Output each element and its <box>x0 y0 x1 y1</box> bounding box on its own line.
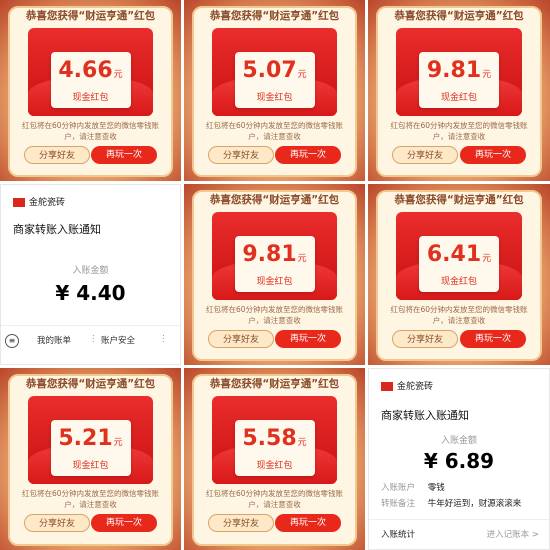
red-envelope: 5.07元 现金红包 <box>212 28 337 116</box>
packet-title: 恭喜您获得“财运亨通”红包 <box>394 10 524 22</box>
packet-note: 红包将在60分钟内发放至您的微信零钱账户，请注意查收 <box>390 305 528 325</box>
footer-bar: ≡ 我的账单 ⋮ 账户安全 ⋮ <box>1 325 180 356</box>
red-envelope: 9.81元 现金红包 <box>396 28 522 116</box>
play-again-button[interactable]: 再玩一次 <box>275 330 341 348</box>
play-again-button[interactable]: 再玩一次 <box>275 514 341 532</box>
transfer-notice-tile-1: 金舵瓷砖 商家转账入账通知 入账金额 ¥ 4.40 ≡ 我的账单 ⋮ 账户安全 … <box>0 184 181 365</box>
share-button[interactable]: 分享好友 <box>24 146 90 164</box>
amount-card: 6.41元 现金红包 <box>419 236 499 292</box>
packet-title: 恭喜您获得“财运亨通”红包 <box>394 194 524 206</box>
amount-card: 4.66元 现金红包 <box>50 52 131 108</box>
transfer-notice-tile-2: 金舵瓷砖 商家转账入账通知 入账金额 ¥ 6.89 入账账户 零钱 转账备注 牛… <box>368 368 550 550</box>
packet-amount: 5.07元 <box>242 58 307 83</box>
share-button[interactable]: 分享好友 <box>392 330 458 348</box>
stats-row[interactable]: 入账统计 进入记账本 > <box>369 519 549 544</box>
play-again-button[interactable]: 再玩一次 <box>275 146 341 164</box>
packet-title: 恭喜您获得“财运亨通”红包 <box>209 378 340 390</box>
packet-amount: 6.41元 <box>426 242 492 267</box>
packet-note: 红包将在60分钟内发放至您的微信零钱账户，请注意查收 <box>21 121 160 141</box>
share-button[interactable]: 分享好友 <box>208 514 274 532</box>
packet-note: 红包将在60分钟内发放至您的微信零钱账户，请注意查收 <box>205 121 344 141</box>
amount-card: 5.21元 现金红包 <box>50 420 131 476</box>
red-packet-tile-4: 恭喜您获得“财运亨通”红包 9.81元 现金红包 红包将在60分钟内发放至您的微… <box>184 184 365 365</box>
red-envelope: 4.66元 现金红包 <box>28 28 153 116</box>
play-again-button[interactable]: 再玩一次 <box>91 514 157 532</box>
red-envelope: 9.81元 现金红包 <box>212 212 337 300</box>
merchant-name: 金舵瓷砖 <box>381 379 433 392</box>
detail-row-remark: 转账备注 牛年好运到，财源滚滚来 <box>381 497 521 509</box>
packet-note: 红包将在60分钟内发放至您的微信零钱账户，请注意查收 <box>205 305 344 325</box>
ledger-link[interactable]: 进入记账本 > <box>487 528 539 540</box>
packet-title: 恭喜您获得“财运亨通”红包 <box>25 10 156 22</box>
packet-amount: 9.81元 <box>242 242 307 267</box>
red-packet-tile-1: 恭喜您获得“财运亨通”红包 4.66元 现金红包 红包将在60分钟内发放至您的微… <box>0 0 181 181</box>
packet-note: 红包将在60分钟内发放至您的微信零钱账户，请注意查收 <box>390 121 528 141</box>
packet-note: 红包将在60分钟内发放至您的微信零钱账户，请注意查收 <box>205 489 344 509</box>
amount-card: 5.58元 现金红包 <box>234 420 315 476</box>
red-packet-tile-6: 恭喜您获得“财运亨通”红包 5.21元 现金红包 红包将在60分钟内发放至您的微… <box>0 368 181 550</box>
red-envelope: 5.21元 现金红包 <box>28 396 153 484</box>
footer-link-security[interactable]: 账户安全 <box>101 334 135 346</box>
menu-icon[interactable]: ≡ <box>5 334 19 348</box>
red-packet-tile-5: 恭喜您获得“财运亨通”红包 6.41元 现金红包 红包将在60分钟内发放至您的微… <box>368 184 550 365</box>
packet-amount: 5.58元 <box>242 426 307 451</box>
packet-title: 恭喜您获得“财运亨通”红包 <box>209 194 340 206</box>
red-envelope: 6.41元 现金红包 <box>396 212 522 300</box>
share-button[interactable]: 分享好友 <box>208 330 274 348</box>
row-label: 转账备注 <box>381 499 416 509</box>
packet-title: 恭喜您获得“财运亨通”红包 <box>209 10 340 22</box>
card-label: 现金红包 <box>440 93 477 103</box>
amount-label: 入账金额 <box>72 266 109 276</box>
play-again-button[interactable]: 再玩一次 <box>460 146 526 164</box>
amount-card: 9.81元 现金红包 <box>419 52 499 108</box>
card-label: 现金红包 <box>440 277 477 287</box>
share-button[interactable]: 分享好友 <box>24 514 90 532</box>
card-label: 现金红包 <box>256 93 293 103</box>
detail-row-account: 入账账户 零钱 <box>381 481 445 493</box>
merchant-logo-icon <box>381 382 393 391</box>
red-packet-tile-2: 恭喜您获得“财运亨通”红包 5.07元 现金红包 红包将在60分钟内发放至您的微… <box>184 0 365 181</box>
amount-value: ¥ 6.89 <box>423 449 495 473</box>
amount-card: 9.81元 现金红包 <box>234 236 315 292</box>
share-button[interactable]: 分享好友 <box>208 146 274 164</box>
merchant-logo-icon <box>13 198 25 207</box>
amount-card: 5.07元 现金红包 <box>234 52 315 108</box>
packet-amount: 9.81元 <box>426 58 492 83</box>
row-value: 牛年好运到，财源滚滚来 <box>427 499 522 509</box>
merchant-name: 金舵瓷砖 <box>13 195 65 208</box>
notice-title: 商家转账入账通知 <box>381 409 469 422</box>
packet-note: 红包将在60分钟内发放至您的微信零钱账户，请注意查收 <box>21 489 160 509</box>
card-label: 现金红包 <box>256 277 293 287</box>
row-value: 零钱 <box>427 483 445 493</box>
play-again-button[interactable]: 再玩一次 <box>91 146 157 164</box>
stats-label: 入账统计 <box>381 530 416 540</box>
card-label: 现金红包 <box>72 461 109 471</box>
footer-divider: ⋮ <box>159 334 168 344</box>
play-again-button[interactable]: 再玩一次 <box>460 330 526 348</box>
packet-title: 恭喜您获得“财运亨通”红包 <box>25 378 156 390</box>
red-packet-tile-7: 恭喜您获得“财运亨通”红包 5.58元 现金红包 红包将在60分钟内发放至您的微… <box>184 368 365 550</box>
card-label: 现金红包 <box>256 461 293 471</box>
footer-link-bills[interactable]: 我的账单 <box>37 334 71 346</box>
red-packet-tile-3: 恭喜您获得“财运亨通”红包 9.81元 现金红包 红包将在60分钟内发放至您的微… <box>368 0 550 181</box>
amount-value: ¥ 4.40 <box>55 281 126 305</box>
packet-amount: 4.66元 <box>58 58 123 83</box>
card-label: 现金红包 <box>72 93 109 103</box>
red-envelope: 5.58元 现金红包 <box>212 396 337 484</box>
notice-title: 商家转账入账通知 <box>13 223 101 236</box>
footer-divider: ⋮ <box>89 334 98 344</box>
amount-label: 入账金额 <box>440 436 477 446</box>
row-label: 入账账户 <box>381 483 416 493</box>
packet-amount: 5.21元 <box>58 426 123 451</box>
share-button[interactable]: 分享好友 <box>392 146 458 164</box>
